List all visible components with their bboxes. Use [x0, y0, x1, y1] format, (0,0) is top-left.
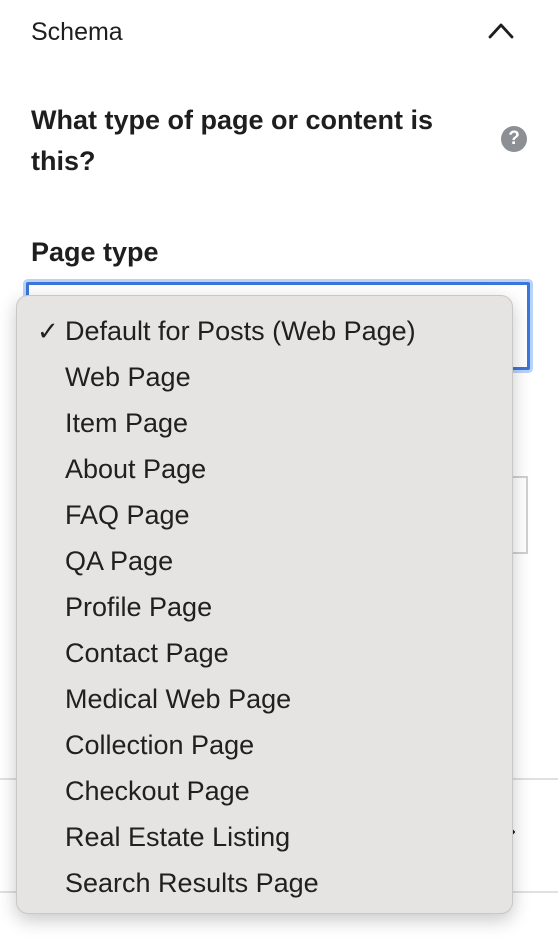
option-label: Default for Posts (Web Page) [65, 316, 416, 346]
option-about-page[interactable]: About Page [17, 446, 512, 492]
page-type-label: Page type [31, 237, 159, 267]
option-qa-page[interactable]: QA Page [17, 538, 512, 584]
option-collection-page[interactable]: Collection Page [17, 722, 512, 768]
option-faq-page[interactable]: FAQ Page [17, 492, 512, 538]
option-search-results-page[interactable]: Search Results Page [17, 860, 512, 906]
option-profile-page[interactable]: Profile Page [17, 584, 512, 630]
option-real-estate-listing[interactable]: Real Estate Listing [17, 814, 512, 860]
schema-panel-header[interactable]: Schema [0, 0, 558, 64]
option-contact-page[interactable]: Contact Page [17, 630, 512, 676]
option-medical-web-page[interactable]: Medical Web Page [17, 676, 512, 722]
page-type-question: What type of page or content is this? [31, 105, 434, 176]
option-item-page[interactable]: Item Page [17, 400, 512, 446]
question-mark-icon[interactable]: ? [501, 126, 527, 152]
option-checkout-page[interactable]: Checkout Page [17, 768, 512, 814]
schema-panel: Schema What type of page or content is t… [0, 0, 558, 938]
option-default-for-posts[interactable]: ✓ Default for Posts (Web Page) [17, 308, 512, 354]
option-web-page[interactable]: Web Page [17, 354, 512, 400]
chevron-up-icon[interactable] [486, 18, 516, 42]
panel-title: Schema [31, 18, 123, 46]
page-type-dropdown-menu: ✓ Default for Posts (Web Page) Web Page … [16, 295, 513, 914]
checkmark-icon: ✓ [37, 316, 59, 346]
